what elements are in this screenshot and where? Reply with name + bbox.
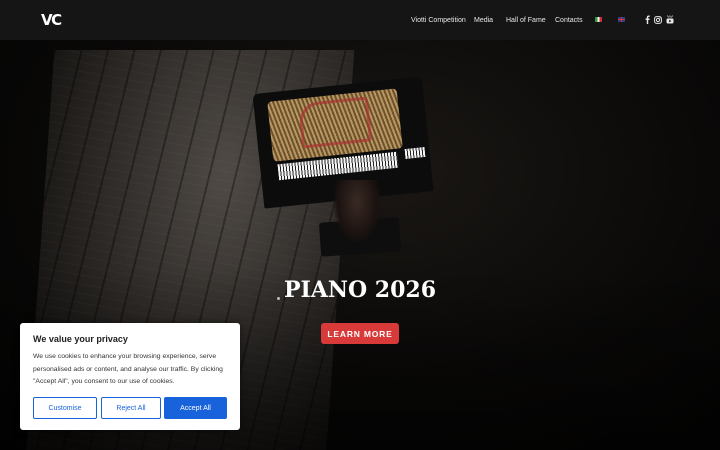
customise-button[interactable]: Customise (33, 397, 97, 419)
main-nav: Viotti Competition Media Hall of Fame Co… (0, 14, 720, 26)
site-header: VC Viotti Competition Media Hall of Fame… (0, 0, 720, 40)
nav-item-hall-of-fame[interactable]: Hall of Fame (506, 16, 546, 25)
instagram-icon[interactable] (654, 15, 662, 24)
youtube-icon[interactable] (666, 15, 674, 24)
english-flag-icon[interactable] (618, 17, 625, 22)
cookie-consent-banner: We value your privacy We use cookies to … (20, 323, 240, 430)
cookie-description: We use cookies to enhance your browsing … (33, 353, 223, 385)
nav-item-viotti-competition[interactable]: Viotti Competition (411, 16, 466, 25)
learn-more-button[interactable]: LEARN MORE (321, 323, 399, 344)
italian-flag-icon[interactable] (595, 17, 602, 22)
reject-all-button[interactable]: Reject All (101, 397, 161, 419)
facebook-icon[interactable] (643, 15, 651, 24)
hero-title-text: PIANO 2026 (283, 277, 437, 303)
accept-all-button[interactable]: Accept All (164, 397, 227, 419)
nav-item-contacts[interactable]: Contacts (555, 16, 583, 25)
hero-title: PIANO 2026 (0, 277, 720, 303)
nav-item-media[interactable]: Media (474, 16, 493, 25)
cookie-title: We value your privacy (33, 334, 128, 344)
